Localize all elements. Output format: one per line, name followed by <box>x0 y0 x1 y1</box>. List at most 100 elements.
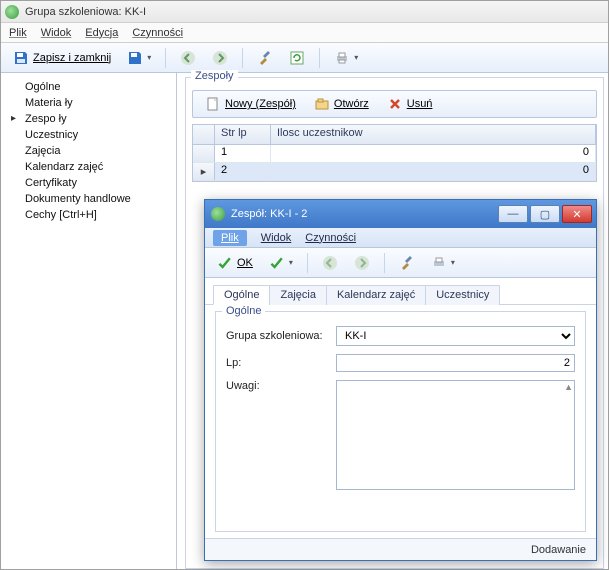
dtools-button[interactable] <box>393 253 421 273</box>
cell-strlp: 2 <box>215 163 271 180</box>
sidebar-item-certyfikaty[interactable]: Certyfikaty <box>11 175 166 191</box>
save-icon <box>13 50 29 66</box>
delete-label: Usuń <box>407 98 433 110</box>
cell-ilosc: 0 <box>271 145 596 162</box>
window-maximize-button[interactable]: ▢ <box>530 205 560 223</box>
save-close-button[interactable]: Zapisz i zamknij <box>7 48 117 68</box>
print-icon <box>334 50 350 66</box>
check-icon <box>217 255 233 271</box>
tab-zajecia[interactable]: Zajęcia <box>269 285 326 305</box>
arrow-right-icon <box>354 255 370 271</box>
dialog-body: Ogólne Grupa szkoleniowa: KK-I Lp: Uwagi… <box>205 305 596 538</box>
nav-forward-button[interactable] <box>206 48 234 68</box>
refresh-icon <box>289 50 305 66</box>
save-icon <box>127 50 143 66</box>
refresh-button[interactable] <box>283 48 311 68</box>
dialog-toolbar: OK ▾ ▾ <box>205 248 596 278</box>
dprint-button[interactable]: ▾ <box>425 253 461 273</box>
table-row[interactable]: ▸ 2 0 <box>193 163 596 181</box>
sidebar-item-kalendarz[interactable]: Kalendarz zajęć <box>11 159 166 175</box>
ok-dropdown-button[interactable]: ▾ <box>263 253 299 273</box>
maximize-icon: ▢ <box>540 208 550 221</box>
new-team-label: Nowy (Zespół) <box>225 98 296 110</box>
dmenu-plik[interactable]: Plik <box>213 230 247 246</box>
tools-button[interactable] <box>251 48 279 68</box>
dialog-titlebar[interactable]: Zespół: KK-I - 2 — ▢ ✕ <box>205 200 596 228</box>
print-button[interactable]: ▾ <box>328 48 364 68</box>
check-icon <box>269 255 285 271</box>
dnav-back-button[interactable] <box>316 253 344 273</box>
group-label-zespoly: Zespoły <box>191 70 238 82</box>
tab-uczestnicy[interactable]: Uczestnicy <box>425 285 500 305</box>
col-ilosc[interactable]: Ilosc uczestnikow <box>271 125 596 144</box>
close-icon: ✕ <box>572 208 581 221</box>
sidebar-item-ogolne[interactable]: Ogólne <box>11 79 166 95</box>
sidebar-item-cechy[interactable]: Cechy [Ctrl+H] <box>11 207 166 223</box>
sidebar-item-uczestnicy[interactable]: Uczestnicy <box>11 127 166 143</box>
nav-back-button[interactable] <box>174 48 202 68</box>
new-team-button[interactable]: Nowy (Zespół) <box>199 94 302 114</box>
row-indicator <box>193 145 215 162</box>
open-button[interactable]: Otwórz <box>308 94 375 114</box>
col-strlp[interactable]: Str lp <box>215 125 271 144</box>
teams-grid[interactable]: Str lp Ilosc uczestnikow 1 0 ▸ 2 0 <box>192 124 597 182</box>
dialog-tabs: Ogólne Zajęcia Kalendarz zajęć Uczestnic… <box>205 278 596 305</box>
tab-ogolne[interactable]: Ogólne <box>213 285 270 305</box>
cell-ilosc: 0 <box>271 163 596 180</box>
main-titlebar: Grupa szkoleniowa: KK-I <box>1 1 608 23</box>
tab-kalendarz[interactable]: Kalendarz zajęć <box>326 285 426 305</box>
ok-button[interactable]: OK <box>211 253 259 273</box>
dmenu-czynnosci[interactable]: Czynności <box>305 232 356 244</box>
save-dropdown-button[interactable]: ▾ <box>121 48 157 68</box>
new-doc-icon <box>205 96 221 112</box>
menu-widok[interactable]: Widok <box>41 27 72 39</box>
table-row[interactable]: 1 0 <box>193 145 596 163</box>
sidebar-item-dokumenty[interactable]: Dokumenty handlowe <box>11 191 166 207</box>
arrow-left-icon <box>322 255 338 271</box>
grupa-select[interactable]: KK-I <box>336 326 575 346</box>
main-title: Grupa szkoleniowa: KK-I <box>25 6 146 18</box>
menu-czynnosci[interactable]: Czynności <box>132 27 183 39</box>
uwagi-label: Uwagi: <box>226 380 336 392</box>
tools-icon <box>257 50 273 66</box>
sidebar-item-zajecia[interactable]: Zajęcia <box>11 143 166 159</box>
chevron-down-icon: ▾ <box>289 258 293 267</box>
window-minimize-button[interactable]: — <box>498 205 528 223</box>
dnav-forward-button[interactable] <box>348 253 376 273</box>
lp-label: Lp: <box>226 357 336 369</box>
minimize-icon: — <box>508 208 519 220</box>
chevron-down-icon: ▾ <box>147 53 151 62</box>
tools-icon <box>399 255 415 271</box>
row-indicator-current: ▸ <box>193 163 215 180</box>
menu-edycja[interactable]: Edycja <box>85 27 118 39</box>
cell-strlp: 1 <box>215 145 271 162</box>
main-menubar: Plik Widok Edycja Czynności <box>1 23 608 43</box>
save-close-label: Zapisz i zamknij <box>33 52 111 64</box>
sidebar-item-zespoly[interactable]: Zespo ły <box>11 111 166 127</box>
arrow-left-icon <box>180 50 196 66</box>
dialog-group-label: Ogólne <box>222 305 265 317</box>
dialog-menubar: Plik Widok Czynności <box>205 228 596 248</box>
print-icon <box>431 255 447 271</box>
uwagi-textarea[interactable] <box>336 380 575 490</box>
menu-plik[interactable]: Plik <box>9 27 27 39</box>
delete-icon <box>387 96 403 112</box>
status-text: Dodawanie <box>531 544 586 556</box>
grupa-label: Grupa szkoleniowa: <box>226 330 336 342</box>
app-icon <box>211 207 225 221</box>
scroll-up-icon[interactable]: ▲ <box>564 382 573 392</box>
sidebar-item-materialy[interactable]: Materia ły <box>11 95 166 111</box>
chevron-down-icon: ▾ <box>451 258 455 267</box>
sidebar: Ogólne Materia ły Zespo ły Uczestnicy Za… <box>1 73 176 569</box>
dmenu-widok[interactable]: Widok <box>261 232 292 244</box>
app-icon <box>5 5 19 19</box>
delete-button[interactable]: Usuń <box>381 94 439 114</box>
grid-header: Str lp Ilosc uczestnikow <box>193 125 596 145</box>
lp-input[interactable] <box>336 354 575 372</box>
dialog-footer: Dodawanie <box>205 538 596 560</box>
chevron-down-icon: ▾ <box>354 53 358 62</box>
open-label: Otwórz <box>334 98 369 110</box>
open-icon <box>314 96 330 112</box>
panel-toolbar: Nowy (Zespół) Otwórz Usuń <box>192 90 597 118</box>
window-close-button[interactable]: ✕ <box>562 205 592 223</box>
